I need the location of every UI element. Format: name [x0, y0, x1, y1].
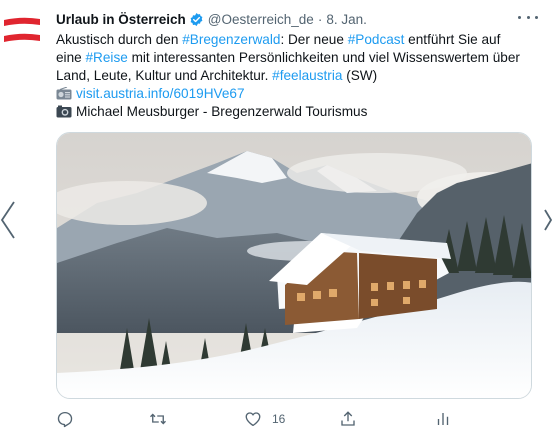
more-options-icon[interactable] — [518, 10, 538, 24]
tweet-photo[interactable] — [56, 132, 532, 399]
text-fragment: Land, Leute, Kultur und Architektur. — [56, 68, 273, 83]
austria-flag-logo-icon — [4, 17, 40, 42]
verified-badge-icon — [189, 12, 204, 27]
tweet-line-4: visit.austria.info/6019HVe67 — [56, 85, 536, 103]
hashtag-feelaustria[interactable]: #feelaustria — [272, 68, 342, 83]
reply-button[interactable] — [56, 406, 84, 432]
text-fragment: (SW) — [342, 68, 378, 83]
tweet-line-3: Land, Leute, Kultur und Architektur. #fe… — [56, 67, 536, 85]
share-button[interactable] — [339, 406, 357, 432]
retweet-icon — [149, 410, 167, 428]
tweet-header: Urlaub in Österreich @Oesterreich_de · 8… — [56, 9, 367, 29]
tweet-text: Akustisch durch den #Bregenzerwald: Der … — [56, 31, 536, 121]
action-bar: 16 — [56, 406, 476, 432]
hashtag-podcast[interactable]: #Podcast — [348, 32, 405, 47]
share-icon — [339, 410, 357, 428]
camera-icon — [56, 105, 72, 118]
mountain-chalet-photo — [57, 133, 531, 398]
text-fragment: : Der neue — [280, 32, 348, 47]
previous-arrow-icon[interactable] — [0, 200, 16, 240]
photo-credit: Michael Meusburger - Bregenzerwald Touri… — [76, 104, 368, 119]
next-arrow-icon[interactable] — [544, 208, 552, 232]
analytics-icon — [434, 410, 452, 428]
tweet-card[interactable]: Urlaub in Österreich @Oesterreich_de · 8… — [0, 0, 552, 441]
reply-icon — [56, 410, 74, 428]
retweet-button[interactable] — [149, 406, 177, 432]
text-fragment: entführt Sie auf — [404, 32, 501, 47]
like-count: 16 — [272, 412, 286, 426]
tweet-line-1: Akustisch durch den #Bregenzerwald: Der … — [56, 31, 536, 49]
text-fragment: Akustisch durch den — [56, 32, 183, 47]
author-handle[interactable]: @Oesterreich_de — [208, 12, 314, 27]
separator-dot: · — [317, 11, 323, 27]
avatar[interactable] — [0, 10, 44, 54]
like-button[interactable]: 16 — [244, 406, 285, 432]
tweet-date[interactable]: 8. Jan. — [326, 12, 367, 27]
analytics-button[interactable] — [434, 406, 452, 432]
hashtag-reise[interactable]: #Reise — [85, 50, 127, 65]
text-fragment: mit interessanten Persönlichkeiten und v… — [127, 50, 520, 65]
tweet-link[interactable]: visit.austria.info/6019HVe67 — [76, 86, 245, 101]
radio-icon — [56, 86, 72, 100]
author-name[interactable]: Urlaub in Österreich — [56, 12, 186, 27]
tweet-line-5: Michael Meusburger - Bregenzerwald Touri… — [56, 103, 536, 121]
heart-icon — [244, 410, 262, 428]
tweet-line-2: eine #Reise mit interessanten Persönlich… — [56, 49, 536, 67]
hashtag-bregenzerwald[interactable]: #Bregenzerwald — [182, 32, 280, 47]
text-fragment: eine — [56, 50, 86, 65]
